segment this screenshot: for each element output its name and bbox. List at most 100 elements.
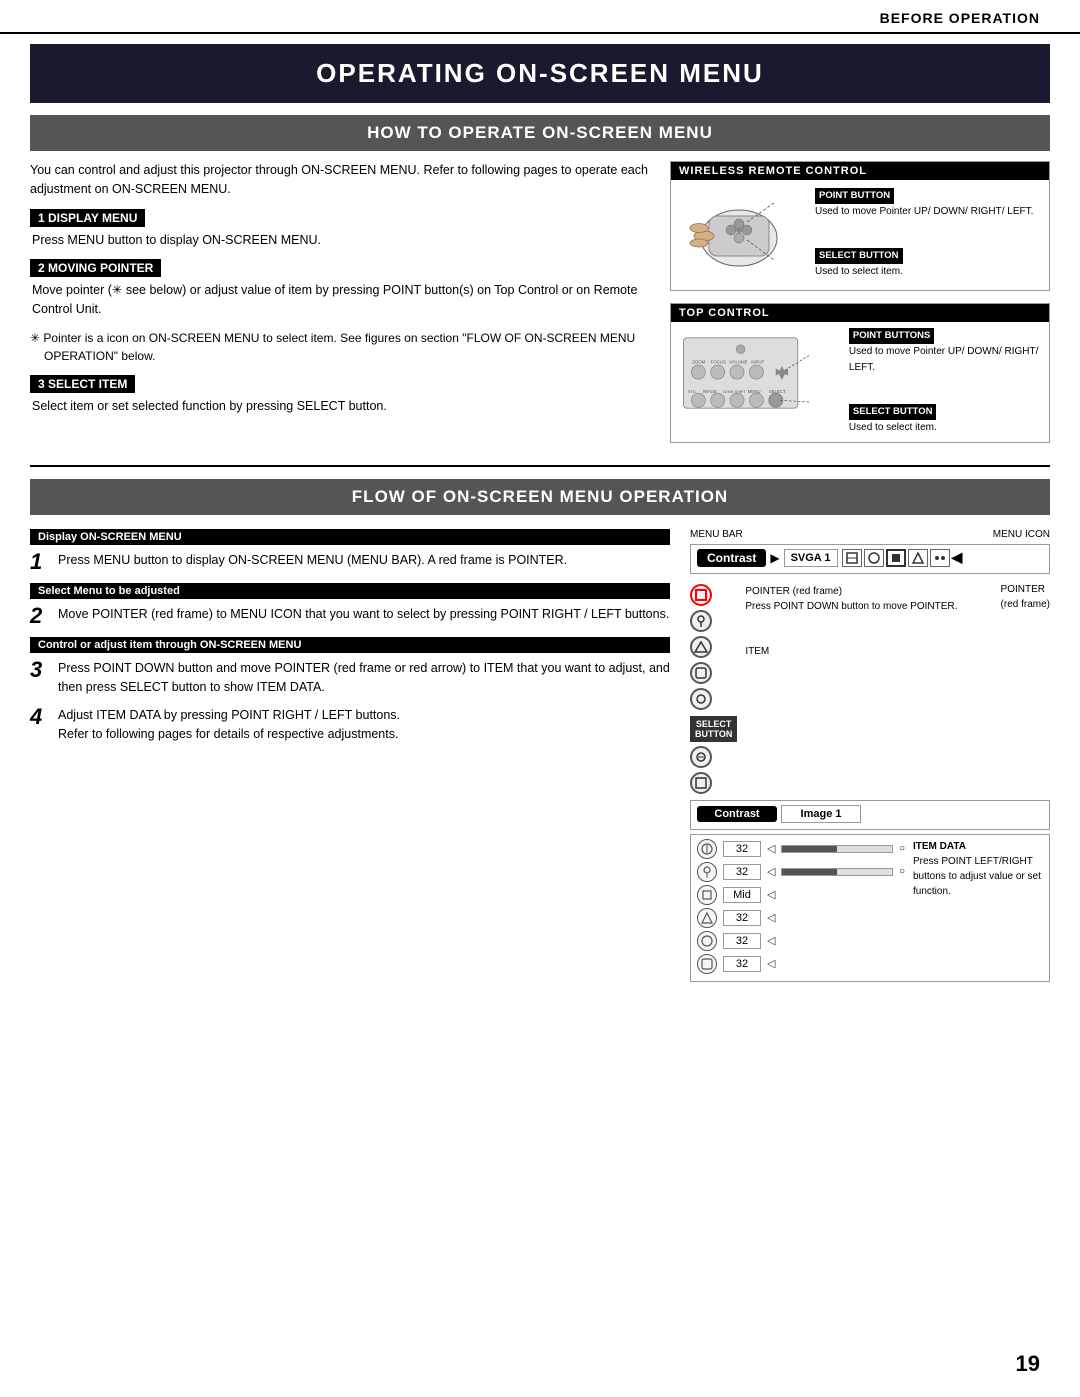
item-icon-3 — [697, 885, 717, 905]
step3-select-item: 3 SELECT ITEM Select item or set selecte… — [30, 375, 650, 416]
step1-text: Press MENU button to display ON-SCREEN M… — [30, 231, 650, 250]
svga-label: SVGA 1 — [784, 549, 838, 567]
left-arrow-2: ◁ — [767, 865, 775, 878]
image-label: Image 1 — [781, 805, 861, 823]
step2-text: Move pointer (✳ see below) or adjust val… — [30, 281, 650, 319]
svg-text:ZOOM: ZOOM — [692, 359, 705, 364]
item-val-5: 32 — [723, 933, 761, 949]
item-row-1: 32 ◁ ○ — [697, 839, 905, 859]
item-data-label: ITEM DATA — [913, 841, 966, 852]
item-icon-2 — [697, 862, 717, 882]
menu-icon-label: MENU ICON — [993, 529, 1050, 540]
step2-number: 2 — [30, 605, 50, 627]
pointer-red-frame-label: POINTER — [1001, 584, 1045, 595]
point-button-desc: Used to move Pointer UP/ DOWN/ RIGHT/ LE… — [815, 206, 1033, 217]
contrast-bottom-label: Contrast — [697, 806, 777, 822]
section1-right: WIRELESS REMOTE CONTROL — [670, 161, 1050, 455]
step1-flow-text: Press MENU button to display ON-SCREEN M… — [58, 551, 567, 570]
flow-right: MENU BAR MENU ICON Contrast ▶ SVGA 1 — [690, 529, 1050, 982]
item-val-1: 32 — [723, 841, 761, 857]
menu-bar-row1: Contrast ▶ SVGA 1 — [697, 549, 1043, 567]
item-icon-1 — [697, 839, 717, 859]
item-val-4: 32 — [723, 910, 761, 926]
pointer-icon-6 — [690, 746, 712, 768]
step3-number: 3 — [30, 659, 50, 681]
pointer-diagram: SELECT BUTTON POINTER (red frame) Press … — [690, 582, 1050, 794]
step1-number: 1 — [30, 551, 50, 573]
main-title-bar: OPERATING ON-SCREEN MENU — [30, 44, 1050, 103]
remote-annotations: POINT BUTTON Used to move Pointer UP/ DO… — [815, 188, 1033, 280]
bottom-labels-row: Contrast Image 1 — [697, 805, 1043, 823]
menu-icon-3 — [886, 549, 906, 567]
control-step-section: Control or adjust item through ON-SCREEN… — [30, 637, 670, 697]
pointer-icon-2 — [690, 610, 712, 632]
menu-bar-labels: MENU BAR MENU ICON — [690, 529, 1050, 540]
remote-illustration — [679, 188, 799, 278]
select-step-section: Select Menu to be adjusted 2 Move POINTE… — [30, 583, 670, 627]
select-btn-text: SELECT — [696, 719, 732, 729]
section1-content: You can control and adjust this projecto… — [30, 161, 1050, 455]
pointer-icon-4 — [690, 662, 712, 684]
pointer-icon-1 — [690, 584, 712, 606]
step4-text2: Refer to following pages for details of … — [58, 725, 400, 744]
item-val-6: 32 — [723, 956, 761, 972]
item-val-3: Mid — [723, 887, 761, 903]
icons-column: SELECT BUTTON — [690, 582, 737, 794]
select-step: 2 Move POINTER (red frame) to MENU ICON … — [30, 605, 670, 627]
section2-content: Display ON-SCREEN MENU 1 Press MENU butt… — [30, 529, 1050, 982]
step4-text: Adjust ITEM DATA by pressing POINT RIGHT… — [58, 706, 400, 744]
item-rows: 32 ◁ ○ 32 ◁ — [697, 839, 905, 977]
item-data-panel: 32 ◁ ○ 32 ◁ — [690, 834, 1050, 982]
control-step: 3 Press POINT DOWN button and move POINT… — [30, 659, 670, 697]
slider-end-2: ○ — [899, 866, 905, 877]
step1-display-menu: 1 DISPLAY MENU Press MENU button to disp… — [30, 209, 650, 250]
remote-content: POINT BUTTON Used to move Pointer UP/ DO… — [671, 180, 1049, 290]
select-button-label: SELECT BUTTON — [815, 248, 903, 264]
item-data-annotation: ITEM DATA Press POINT LEFT/RIGHT buttons… — [913, 839, 1043, 977]
svg-text:INPUT: INPUT — [751, 359, 764, 364]
right-arrow-icon: ▶ — [770, 551, 779, 565]
top-control-illustration: ZOOM FOCUS VOLUME INPUT STD IMAGE — [679, 328, 833, 418]
point-buttons-desc: Used to move Pointer UP/ DOWN/ RIGHT/ LE… — [849, 346, 1039, 373]
item-slider-2 — [781, 868, 892, 876]
page-number: 19 — [1016, 1351, 1040, 1377]
top-control-header: TOP CONTROL — [671, 304, 1049, 322]
pointer-annotations: POINTER (red frame) Press POINT DOWN but… — [745, 582, 992, 659]
pointer-sub-desc: Press POINT DOWN button to move POINTER. — [745, 601, 957, 612]
item-icon-6 — [697, 954, 717, 974]
main-title: OPERATING ON-SCREEN MENU — [30, 58, 1050, 89]
bottom-panel: Contrast Image 1 — [690, 800, 1050, 830]
pointer-icon-7 — [690, 772, 712, 794]
point-button-label: POINT BUTTON — [815, 188, 894, 204]
pointer-icon-3 — [690, 636, 712, 658]
svg-text:VOLUME: VOLUME — [729, 359, 748, 364]
step2-flow-text: Move POINTER (red frame) to MENU ICON th… — [58, 605, 669, 624]
step2-label: 2 MOVING POINTER — [30, 259, 161, 277]
remote-box-header: WIRELESS REMOTE CONTROL — [671, 162, 1049, 180]
pointer-label: POINTER (red frame) — [745, 586, 842, 597]
point-buttons-label: POINT BUTTONS — [849, 328, 934, 344]
flow-layout: Display ON-SCREEN MENU 1 Press MENU butt… — [30, 529, 1050, 982]
top-control-box: TOP CONTROL ZOOM FOCUS VOLUME INPUT — [670, 303, 1050, 443]
step3-flow-text: Press POINT DOWN button and move POINTER… — [58, 659, 670, 697]
pointer-desc: POINTER (red frame) Press POINT DOWN but… — [745, 584, 992, 614]
left-arrow-4: ◁ — [767, 911, 775, 924]
select-button-diagram: SELECT BUTTON — [690, 716, 737, 742]
pointer-red-frame-sub: (red frame) — [1001, 599, 1050, 610]
remote-control-box: WIRELESS REMOTE CONTROL — [670, 161, 1050, 291]
flow-left: Display ON-SCREEN MENU 1 Press MENU butt… — [30, 529, 670, 982]
left-arrow-1: ◁ — [767, 842, 775, 855]
display-step: 1 Press MENU button to display ON-SCREEN… — [30, 551, 670, 573]
section2-title: FLOW OF ON-SCREEN MENU OPERATION — [30, 487, 1050, 507]
control-step-label: Control or adjust item through ON-SCREEN… — [30, 637, 670, 653]
left-arrow-5: ◁ — [767, 934, 775, 947]
item-row-4: 32 ◁ — [697, 908, 905, 928]
svg-text:FOCUS: FOCUS — [711, 359, 726, 364]
select-button-desc: Used to select item. — [815, 266, 903, 277]
step3-text: Select item or set selected function by … — [30, 397, 650, 416]
top-control-annotations: POINT BUTTONS Used to move Pointer UP/ D… — [849, 328, 1041, 436]
item-val-2: 32 — [723, 864, 761, 880]
step4-text1: Adjust ITEM DATA by pressing POINT RIGHT… — [58, 706, 400, 725]
item-icon-5 — [697, 931, 717, 951]
section1-title: HOW TO OPERATE ON-SCREEN MENU — [30, 123, 1050, 143]
